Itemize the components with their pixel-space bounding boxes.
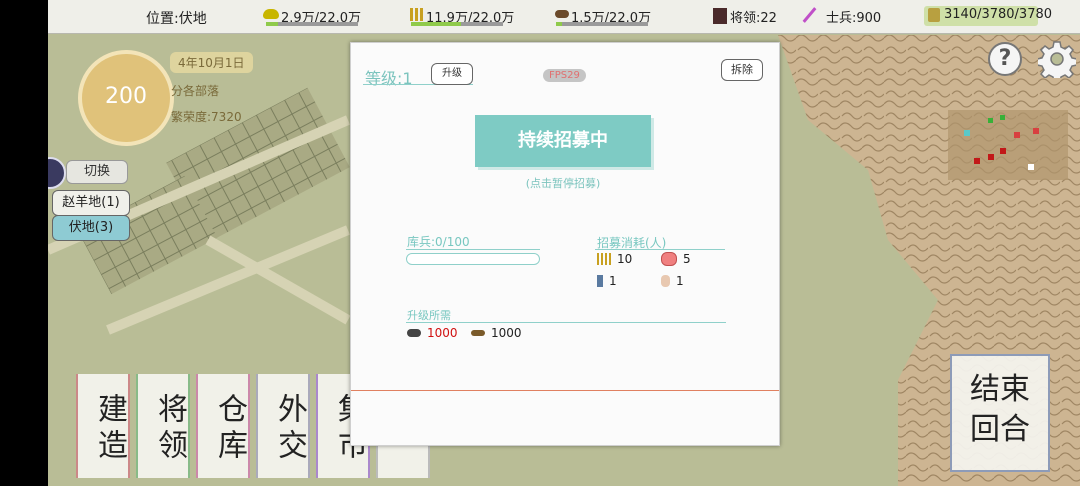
settings-gear-icon[interactable]: [1038, 40, 1076, 78]
upgrade-cost-stone: 1000: [407, 326, 458, 340]
date-label: 4年10月1日: [170, 52, 253, 73]
tribe-name: 分各部落: [171, 84, 220, 98]
diplomacy-button[interactable]: 外交: [256, 374, 310, 478]
meat-cost-value: 5: [683, 252, 691, 266]
soldiers-count: 士兵:900: [826, 11, 882, 26]
sword-icon: [802, 7, 817, 23]
upgrade-cost-underline: [406, 322, 726, 323]
switch-button[interactable]: 切换: [66, 160, 128, 184]
reserve-progress-bar: [406, 253, 540, 265]
meat-icon: [661, 252, 677, 266]
recruit-toggle-button[interactable]: 持续招募中: [475, 115, 651, 167]
end-turn-label: 结束回合: [970, 372, 1030, 447]
general-portrait-icon: [713, 8, 727, 24]
dialog-divider: [351, 390, 779, 391]
resource-bar: 位置:伏地 2.9万/22.0万 11.9万/22.0万 1.5万/22.0万 …: [48, 0, 1080, 34]
grain-bar: [266, 22, 358, 26]
stone-bar: [556, 22, 648, 26]
cost-bottle: 1: [597, 274, 617, 288]
stone-icon: [555, 10, 569, 18]
barracks-dialog: 等级:1 升级 FPS29 拆除 持续招募中 (点击暂停招募) 库兵:0/100…: [350, 42, 780, 446]
person-icon: [661, 275, 670, 287]
location-button-zhaoyang[interactable]: 赵羊地(1): [52, 190, 130, 216]
generals-count: 将领:22: [730, 11, 777, 26]
person-cost-value: 1: [676, 274, 684, 288]
cost-wheat: 10: [597, 252, 632, 266]
warehouse-button[interactable]: 仓库: [196, 374, 250, 478]
question-icon: ?: [998, 46, 1012, 71]
wood-cost-value: 1000: [491, 326, 522, 340]
emblem-value: 200: [105, 84, 147, 109]
wood-icon: [410, 8, 424, 21]
population-icon: [928, 8, 940, 22]
building-level: 等级:1: [365, 69, 413, 88]
grain-icon: [263, 9, 279, 19]
stone-icon: [407, 329, 421, 337]
recruit-cost-underline: [595, 249, 725, 250]
wheat-icon: [597, 253, 611, 265]
wheat-cost-value: 10: [617, 252, 633, 266]
wood-bar: [411, 22, 503, 26]
bottle-icon: [597, 275, 603, 287]
prosperity-label: 繁荣度:7320: [171, 110, 242, 124]
demolish-button[interactable]: 拆除: [721, 59, 763, 81]
recruit-pause-hint: (点击暂停招募): [525, 177, 601, 190]
generals-button[interactable]: 将领: [136, 374, 190, 478]
reserve-soldiers-label: 库兵:0/100: [407, 235, 470, 249]
upgrade-button[interactable]: 升级: [431, 63, 473, 85]
help-button[interactable]: ?: [988, 42, 1022, 76]
end-turn-button[interactable]: 结束回合: [950, 354, 1050, 472]
cost-meat: 5: [661, 252, 691, 266]
fps-counter: FPS29: [543, 69, 586, 82]
upgrade-cost-label: 升级所需: [407, 309, 451, 322]
stone-cost-value: 1000: [427, 326, 458, 340]
tribe-emblem[interactable]: 200: [78, 50, 174, 146]
build-button[interactable]: 建造: [76, 374, 130, 478]
location-label: 位置:伏地: [146, 11, 207, 27]
bottle-cost-value: 1: [609, 274, 617, 288]
log-icon: [471, 330, 485, 336]
location-button-fudi[interactable]: 伏地(3): [52, 215, 130, 241]
game-viewport[interactable]: 位置:伏地 2.9万/22.0万 11.9万/22.0万 1.5万/22.0万 …: [48, 0, 1080, 486]
cost-person: 1: [661, 274, 684, 288]
population-count: 3140/3780/3780: [944, 7, 1053, 22]
reserve-underline: [406, 249, 540, 250]
upgrade-cost-wood: 1000: [471, 326, 522, 340]
